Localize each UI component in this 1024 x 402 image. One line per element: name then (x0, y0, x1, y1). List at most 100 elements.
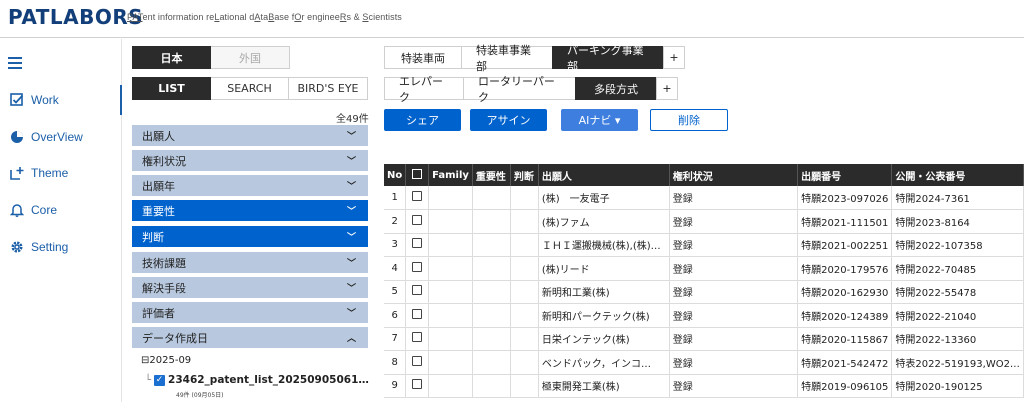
facet-created-date[interactable]: データ作成日 ︿ (132, 327, 368, 350)
nav-label: Theme (31, 166, 69, 180)
checkbox-checked-icon[interactable]: ✓ (154, 374, 166, 386)
col-header-applicant[interactable]: 出願人 (538, 164, 670, 186)
cell-applicant: ＩＨＩ運搬機械(株),(株)… (538, 233, 670, 257)
cell-judgment (510, 374, 539, 398)
cell-importance (472, 209, 511, 234)
cell-select[interactable] (405, 186, 430, 210)
col-header-judgment[interactable]: 判断 (510, 164, 539, 186)
table-row[interactable]: 5 新明和工業(株) 登録 特願2020-162930 特開2022-55478 (384, 280, 1024, 304)
tree-file-node[interactable]: └ ✓ 23462_patent_list_20250905061… (145, 374, 369, 386)
tab-rotary-park[interactable]: ロータリーパーク (463, 75, 576, 104)
cell-select[interactable] (405, 374, 430, 398)
cell-judgment (510, 209, 539, 234)
cell-select[interactable] (405, 256, 430, 281)
facet-right-status[interactable]: 権利状況 ﹀ (132, 150, 368, 173)
cell-family (428, 209, 473, 234)
row-checkbox[interactable] (412, 261, 423, 272)
table-header-row: No Family 重要性 判断 出願人 権利状況 出願番号 公開・公表番号 (384, 164, 1024, 186)
view-search-button[interactable]: SEARCH (211, 77, 289, 100)
tree-month-node[interactable]: ⊟2025-09 (141, 355, 191, 366)
facet-applicant[interactable]: 出願人 ﹀ (132, 125, 368, 148)
table-row[interactable]: 6 新明和パークテック(株) 登録 特願2020-124389 特開2022-21040 (384, 303, 1024, 328)
add-tab-button[interactable]: + (663, 46, 685, 69)
cell-importance (472, 350, 511, 375)
cell-select[interactable] (405, 350, 430, 375)
region-toggle: 日本 外国 (132, 46, 290, 69)
cell-right-status: 登録 (669, 374, 799, 398)
nav-item-setting[interactable]: Setting (0, 232, 122, 262)
cell-select[interactable] (405, 303, 430, 328)
nav-item-work[interactable]: Work (0, 85, 122, 115)
tab-elepark[interactable]: エレパーク (384, 75, 464, 104)
row-checkbox[interactable] (412, 379, 423, 390)
cell-select[interactable] (405, 327, 430, 351)
chevron-down-icon: ﹀ (346, 284, 356, 294)
nav-item-theme[interactable]: Theme (0, 158, 122, 188)
facet-importance[interactable]: 重要性 ﹀ (132, 200, 368, 223)
delete-button[interactable]: 削除 (650, 109, 728, 131)
cell-publication-no: 特開2024-7361 (891, 186, 1024, 210)
share-button[interactable]: シェア (384, 109, 461, 131)
view-birdseye-button[interactable]: BIRD'S EYE (289, 77, 368, 100)
col-header-importance[interactable]: 重要性 (472, 164, 511, 186)
table-row[interactable]: 9 極東開発工業(株) 登録 特願2019-096105 特開2020-190125 (384, 374, 1024, 398)
tab-parking-division[interactable]: パーキング事業部 (552, 44, 664, 73)
app-logo[interactable]: PATLABORS (8, 5, 143, 29)
cell-application-no: 特願2020-179576 (797, 256, 893, 281)
row-checkbox[interactable] (412, 214, 423, 225)
pie-chart-icon (7, 130, 27, 144)
table-row[interactable]: 4 (株)リード 登録 特願2020-179576 特開2022-70485 (384, 256, 1024, 281)
cell-publication-no: 特開2023-8164 (891, 209, 1024, 234)
facet-label: 評価者 (142, 306, 175, 320)
cell-right-status: 登録 (669, 280, 799, 304)
ai-navi-dropdown[interactable]: AIナビ ▾ (561, 109, 638, 131)
cell-application-no: 特願2021-111501 (797, 209, 893, 234)
col-header-no[interactable]: No (384, 164, 407, 186)
cell-applicant: (株)ファム (538, 209, 670, 234)
tab-multistage[interactable]: 多段方式 (575, 77, 657, 100)
facet-solution[interactable]: 解決手段 ﹀ (132, 277, 368, 300)
cell-right-status: 登録 (669, 186, 799, 210)
add-tab-button[interactable]: + (656, 77, 678, 100)
facet-evaluator[interactable]: 評価者 ﹀ (132, 302, 368, 325)
cell-importance (472, 233, 511, 257)
cell-select[interactable] (405, 233, 430, 257)
col-header-application-no[interactable]: 出願番号 (797, 164, 893, 186)
assign-button[interactable]: アサイン (470, 109, 547, 131)
row-checkbox[interactable] (412, 308, 423, 319)
cell-no: 9 (384, 374, 407, 398)
chevron-down-icon: ﹀ (346, 157, 356, 167)
select-all-checkbox[interactable] (405, 164, 430, 186)
cell-select[interactable] (405, 209, 430, 234)
nav-item-overview[interactable]: OverView (0, 122, 122, 152)
table-row[interactable]: 8 ベンドパック，インコ… 登録 特願2021-542472 特表2022-519193… (384, 350, 1024, 375)
facet-judgment[interactable]: 判断 ﹀ (132, 226, 368, 249)
table-row[interactable]: 2 (株)ファム 登録 特願2021-111501 特開2023-8164 (384, 209, 1024, 234)
region-foreign-button[interactable]: 外国 (211, 46, 290, 69)
row-checkbox[interactable] (412, 191, 423, 201)
col-header-family[interactable]: Family (428, 164, 473, 186)
table-row[interactable]: 1 (株) 一友電子 登録 特願2023-097026 特開2024-7361 (384, 186, 1024, 210)
menu-icon[interactable] (8, 57, 22, 69)
col-header-right-status[interactable]: 権利状況 (669, 164, 799, 186)
col-header-publication-no[interactable]: 公開・公表番号 (891, 164, 1024, 186)
facet-tech-issue[interactable]: 技術課題 ﹀ (132, 252, 368, 275)
cell-application-no: 特願2020-162930 (797, 280, 893, 304)
facet-filing-year[interactable]: 出願年 ﹀ (132, 175, 368, 198)
row-checkbox[interactable] (412, 238, 423, 249)
chevron-down-icon: ﹀ (346, 259, 356, 269)
region-japan-button[interactable]: 日本 (132, 46, 211, 69)
row-checkbox[interactable] (412, 285, 423, 296)
tab-special-vehicles[interactable]: 特装車両 (384, 46, 462, 69)
cell-judgment (510, 233, 539, 257)
cell-select[interactable] (405, 280, 430, 304)
nav-item-core[interactable]: Core (0, 195, 122, 225)
tab-special-vehicle-division[interactable]: 特装車事業部 (461, 44, 553, 73)
table-row[interactable]: 7 日栄インテック(株) 登録 特願2020-115867 特開2022-13360 (384, 327, 1024, 351)
cell-family (428, 303, 473, 328)
view-list-button[interactable]: LIST (132, 77, 211, 100)
row-checkbox[interactable] (412, 355, 423, 366)
tree-file-label: 23462_patent_list_20250905061… (168, 374, 369, 386)
row-checkbox[interactable] (412, 332, 423, 343)
table-row[interactable]: 3 ＩＨＩ運搬機械(株),(株)… 登録 特願2021-002251 特開2022-10… (384, 233, 1024, 257)
